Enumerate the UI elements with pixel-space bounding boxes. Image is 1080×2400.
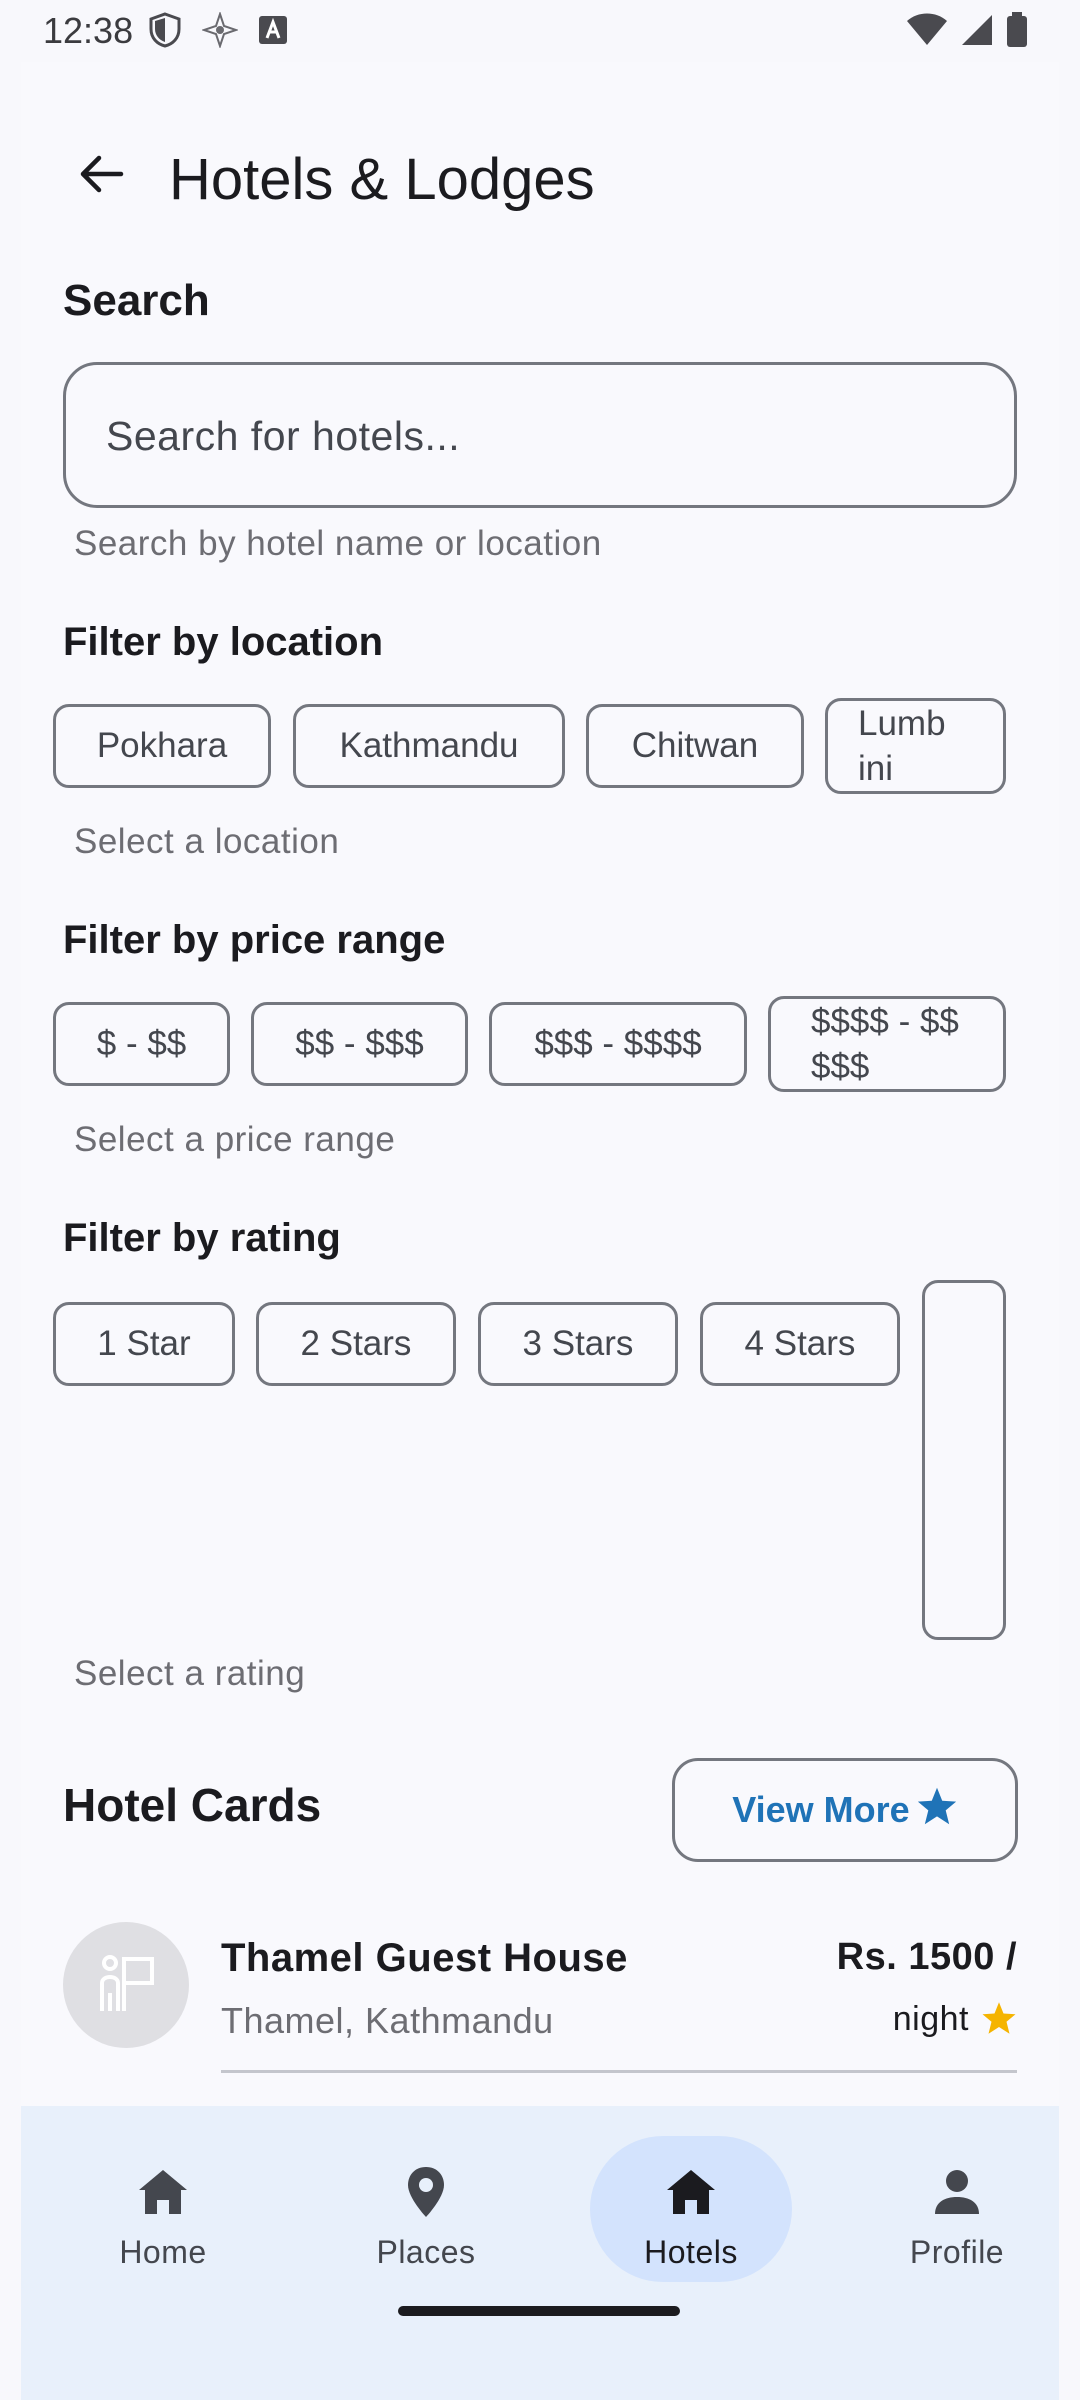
chip-price-1[interactable]: $ - $$ [53, 1002, 230, 1086]
top-app-bar: Hotels & Lodges [21, 122, 1059, 232]
search-helper-text: Search by hotel name or location [74, 524, 602, 563]
chip-price-3[interactable]: $$$ - $$$$ [489, 1002, 747, 1086]
back-button[interactable] [69, 144, 133, 208]
home-icon [137, 2164, 189, 2220]
chip-location-pokhara[interactable]: Pokhara [53, 704, 271, 788]
status-left-icons [148, 10, 288, 53]
nav-label-places: Places [376, 2234, 476, 2270]
view-more-button[interactable]: View More [672, 1758, 1018, 1862]
status-right-icons [906, 12, 1028, 53]
nav-item-home[interactable]: Home [63, 2136, 263, 2286]
signal-icon [960, 13, 994, 52]
status-bar: 12:38 [0, 0, 1080, 62]
chip-rating-4[interactable]: 4 Stars [700, 1302, 900, 1386]
shield-icon [148, 12, 182, 53]
nav-label-home: Home [119, 2234, 207, 2270]
rating-helper-text: Select a rating [74, 1654, 306, 1693]
hotel-name: Thamel Guest House [221, 1936, 628, 1980]
person-icon [933, 2164, 981, 2220]
nav-label-hotels: Hotels [644, 2234, 738, 2270]
nav-item-places[interactable]: Places [326, 2136, 526, 2286]
chip-price-4[interactable]: $$$$ - $$ $$$ [768, 996, 1006, 1092]
wifi-icon [906, 13, 948, 52]
hotel-flag-icon [94, 1953, 158, 2018]
arrow-back-icon [77, 150, 125, 203]
chip-rating-1[interactable]: 1 Star [53, 1302, 235, 1386]
chip-location-lumbini[interactable]: Lumb ini [825, 698, 1006, 794]
chip-location-kathmandu[interactable]: Kathmandu [293, 704, 565, 788]
sparkle-icon [200, 10, 240, 53]
search-input[interactable]: Search for hotels... [63, 362, 1017, 508]
nav-item-profile[interactable]: Profile [857, 2136, 1057, 2286]
chip-location-chitwan[interactable]: Chitwan [586, 704, 804, 788]
page-title: Hotels & Lodges [169, 147, 595, 212]
chip-price-2[interactable]: $$ - $$$ [251, 1002, 468, 1086]
hotel-price-unit: night [892, 2000, 969, 2038]
battery-icon [1006, 12, 1028, 53]
location-filter-title: Filter by location [63, 620, 384, 664]
nav-label-profile: Profile [909, 2234, 1005, 2270]
hotel-avatar [63, 1922, 189, 2048]
location-helper-text: Select a location [74, 822, 340, 861]
price-helper-text: Select a price range [74, 1120, 396, 1159]
gesture-bar[interactable] [398, 2306, 680, 2316]
app-screen: Hotels & Lodges Search Search for hotels… [21, 62, 1059, 2400]
hotel-cards-title: Hotel Cards [63, 1779, 322, 1831]
view-more-label: View More [732, 1789, 910, 1830]
chip-rating-5[interactable] [922, 1280, 1006, 1640]
hotel-location: Thamel, Kathmandu [221, 2000, 554, 2041]
star-icon [916, 1786, 958, 1835]
nav-item-hotels[interactable]: Hotels [590, 2136, 792, 2286]
divider [221, 2070, 1017, 2073]
price-filter-title: Filter by price range [63, 918, 446, 962]
hotel-list-item[interactable]: Thamel Guest House Thamel, Kathmandu Rs.… [63, 1922, 1017, 2073]
place-pin-icon [406, 2164, 446, 2220]
star-icon [981, 2000, 1017, 2041]
chip-rating-2[interactable]: 2 Stars [256, 1302, 456, 1386]
chip-rating-3[interactable]: 3 Stars [478, 1302, 678, 1386]
rating-filter-title: Filter by rating [63, 1216, 341, 1260]
search-placeholder: Search for hotels... [106, 413, 461, 459]
search-section-title: Search [63, 276, 210, 325]
hotel-price: Rs. 1500 / [836, 1936, 1017, 1978]
home-icon [665, 2164, 717, 2220]
status-time: 12:38 [43, 10, 134, 51]
font-icon [258, 15, 288, 50]
bottom-navigation: Home Places Hotels Profile [21, 2106, 1059, 2400]
